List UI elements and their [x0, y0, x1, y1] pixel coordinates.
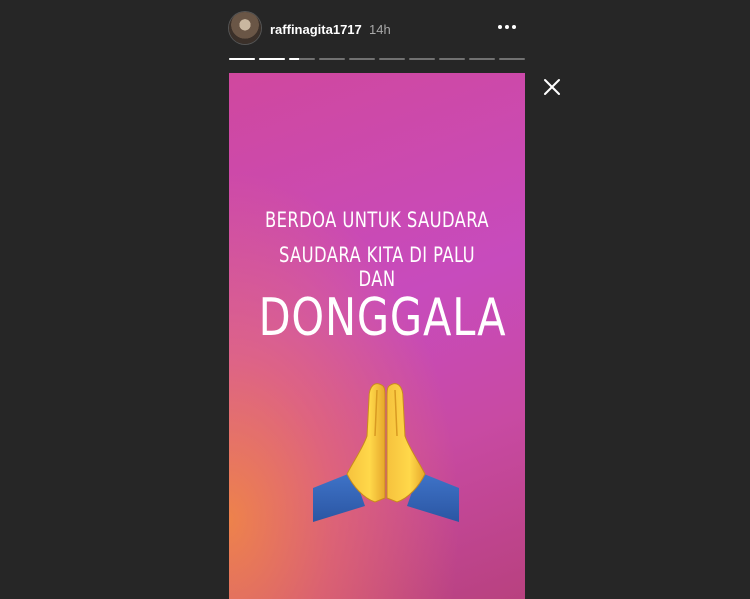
progress-segment [259, 58, 285, 60]
close-icon[interactable] [538, 73, 566, 101]
post-time: 14h [369, 22, 391, 37]
avatar[interactable] [229, 12, 261, 44]
story-text-line-1: BERDOA UNTUK SAUDARA [265, 208, 489, 232]
progress-segment [229, 58, 255, 60]
story-text-line-2: SAUDARA KITA DI PALU DAN [278, 243, 476, 291]
story-content[interactable]: BERDOA UNTUK SAUDARA SAUDARA KITA DI PAL… [229, 73, 525, 599]
progress-segment [469, 58, 495, 60]
progress-segment [409, 58, 435, 60]
progress-segment [499, 58, 525, 60]
progress-segment [289, 58, 315, 60]
progress-segment [439, 58, 465, 60]
folded-hands-icon [313, 383, 459, 522]
story-headline: DONGGALA [258, 288, 507, 348]
story-header: raffinagita1717 14h [229, 12, 525, 46]
username-link[interactable]: raffinagita1717 [270, 22, 362, 37]
more-options-icon[interactable] [495, 17, 519, 37]
progress-segment [349, 58, 375, 60]
progress-segment [379, 58, 405, 60]
progress-segment [319, 58, 345, 60]
story-progress-bar [229, 58, 525, 61]
